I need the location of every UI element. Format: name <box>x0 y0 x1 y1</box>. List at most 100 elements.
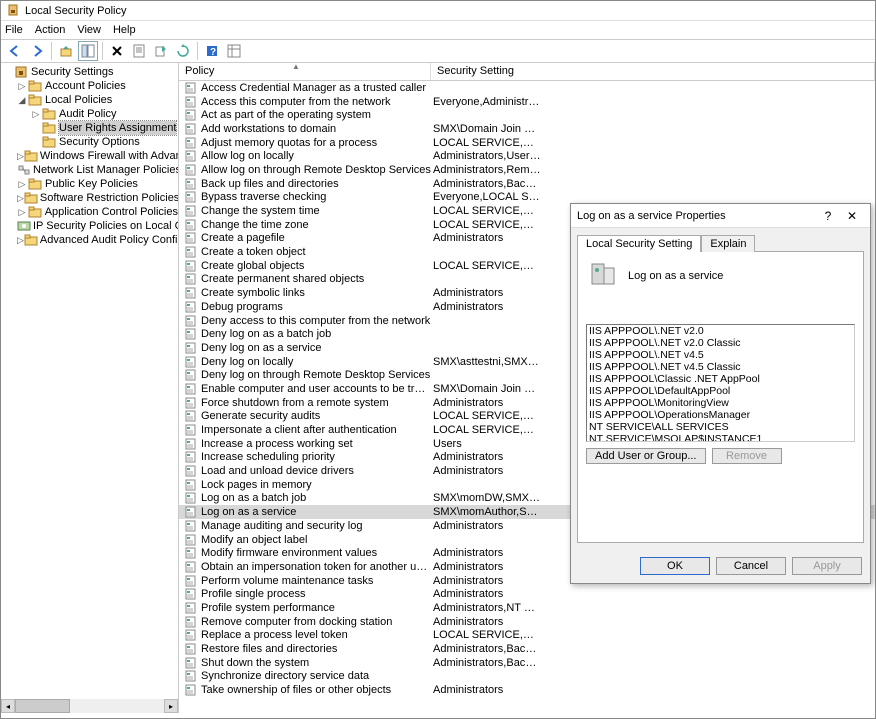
policy-row[interactable]: Synchronize directory service data <box>179 670 875 684</box>
policy-icon <box>183 300 199 314</box>
menu-help[interactable]: Help <box>113 24 136 36</box>
scroll-left-arrow[interactable]: ◂ <box>1 699 15 713</box>
policy-row[interactable]: Allow log on through Remote Desktop Serv… <box>179 163 875 177</box>
tree-item[interactable]: Network List Manager Policies <box>3 163 178 177</box>
policy-setting: LOCAL SERVICE,NETWO... <box>431 424 541 436</box>
expand-icon[interactable]: ▷ <box>17 233 24 247</box>
delete-button[interactable] <box>107 41 127 61</box>
policy-row[interactable]: Take ownership of files or other objects… <box>179 683 875 697</box>
export-button[interactable] <box>151 41 171 61</box>
help-button[interactable]: ? <box>202 41 222 61</box>
policy-row[interactable]: Adjust memory quotas for a processLOCAL … <box>179 136 875 150</box>
tree-item[interactable]: ▷Application Control Policies <box>3 205 178 219</box>
policy-name: Remove computer from docking station <box>201 616 431 628</box>
menu-action[interactable]: Action <box>35 24 66 36</box>
principal-item[interactable]: IIS APPPOOL\.NET v4.5 Classic <box>587 361 854 373</box>
forward-button[interactable] <box>27 41 47 61</box>
dialog-title-bar[interactable]: Log on as a service Properties ? ✕ <box>571 204 870 228</box>
add-user-or-group-button[interactable]: Add User or Group... <box>586 448 706 464</box>
policy-icon <box>183 314 199 328</box>
scroll-right-arrow[interactable]: ▸ <box>164 699 178 713</box>
menu-file[interactable]: File <box>5 24 23 36</box>
policy-setting: Users <box>431 438 541 450</box>
principal-item[interactable]: IIS APPPOOL\Classic .NET AppPool <box>587 373 854 385</box>
tree-item[interactable]: IP Security Policies on Local Compute <box>3 219 178 233</box>
policy-row[interactable]: Profile system performanceAdministrators… <box>179 601 875 615</box>
back-button[interactable] <box>5 41 25 61</box>
policy-row[interactable]: Remove computer from docking stationAdmi… <box>179 615 875 629</box>
tree-item[interactable]: ▷Account Policies <box>3 79 178 93</box>
principal-item[interactable]: IIS APPPOOL\DefaultAppPool <box>587 385 854 397</box>
policy-row[interactable]: Back up files and directoriesAdministrat… <box>179 177 875 191</box>
policy-row[interactable]: Restore files and directoriesAdministrat… <box>179 642 875 656</box>
policy-row[interactable]: Replace a process level tokenLOCAL SERVI… <box>179 629 875 643</box>
folder-icon <box>24 191 38 205</box>
principal-item[interactable]: IIS APPPOOL\.NET v2.0 Classic <box>587 337 854 349</box>
menu-view[interactable]: View <box>77 24 101 36</box>
expand-icon[interactable]: ▷ <box>17 191 24 205</box>
expand-icon[interactable]: ▷ <box>17 79 27 93</box>
up-button[interactable] <box>56 41 76 61</box>
expand-icon[interactable]: ◢ <box>17 93 27 107</box>
tree-root-label[interactable]: Security Settings <box>31 65 114 79</box>
policy-setting: Administrators <box>431 520 541 532</box>
folder-icon <box>27 205 43 219</box>
properties-button[interactable] <box>129 41 149 61</box>
tree-item[interactable]: User Rights Assignment <box>3 121 178 135</box>
tree-item[interactable]: ◢Local Policies <box>3 93 178 107</box>
policy-row[interactable]: Profile single processAdministrators <box>179 587 875 601</box>
security-settings-icon <box>13 65 29 79</box>
policy-setting: Everyone,LOCAL SERVIC... <box>431 191 541 203</box>
tab-explain[interactable]: Explain <box>701 235 755 252</box>
show-hide-tree-button[interactable] <box>78 41 98 61</box>
policy-icon <box>183 136 199 150</box>
policy-row[interactable]: Access Credential Manager as a trusted c… <box>179 81 875 95</box>
policy-icon <box>183 642 199 656</box>
policy-name: Back up files and directories <box>201 178 431 190</box>
dialog-help-button[interactable]: ? <box>816 209 840 223</box>
policy-row[interactable]: Allow log on locallyAdministrators,Users… <box>179 149 875 163</box>
expand-icon[interactable]: ▷ <box>17 149 24 163</box>
principal-item[interactable]: NT SERVICE\MSOLAP$INSTANCE1 <box>587 433 854 442</box>
list-header: Policy ▲ Security Setting <box>179 63 875 81</box>
scroll-thumb[interactable] <box>15 699 70 713</box>
refresh-button[interactable] <box>173 41 193 61</box>
menu-bar: File Action View Help <box>1 21 875 39</box>
policy-icon <box>183 574 199 588</box>
cancel-button[interactable]: Cancel <box>716 557 786 575</box>
policy-name: Create a pagefile <box>201 232 431 244</box>
policy-icon <box>183 204 199 218</box>
policy-name: Manage auditing and security log <box>201 520 431 532</box>
principal-item[interactable]: IIS APPPOOL\.NET v4.5 <box>587 349 854 361</box>
dialog-close-button[interactable]: ✕ <box>840 209 864 223</box>
principal-item[interactable]: IIS APPPOOL\MonitoringView <box>587 397 854 409</box>
expand-icon[interactable]: ▷ <box>31 107 41 121</box>
remove-button[interactable]: Remove <box>712 448 782 464</box>
column-header-setting[interactable]: Security Setting <box>431 63 875 80</box>
tab-local-security-setting[interactable]: Local Security Setting <box>577 235 701 252</box>
expand-icon[interactable]: ▷ <box>17 177 27 191</box>
tree-item[interactable]: ▷Windows Firewall with Advanced Sec <box>3 149 178 163</box>
tree-item[interactable]: ▷Software Restriction Policies <box>3 191 178 205</box>
policy-row[interactable]: Act as part of the operating system <box>179 108 875 122</box>
tree-item[interactable]: ▷Advanced Audit Policy Configuration <box>3 233 178 247</box>
ok-button[interactable]: OK <box>640 557 710 575</box>
tree-item[interactable]: ▷Audit Policy <box>3 107 178 121</box>
tree-item[interactable]: ▷Public Key Policies <box>3 177 178 191</box>
principal-item[interactable]: IIS APPPOOL\OperationsManager <box>587 409 854 421</box>
principal-item[interactable]: IIS APPPOOL\.NET v2.0 <box>587 325 854 337</box>
policy-row[interactable]: Shut down the systemAdministrators,Backu… <box>179 656 875 670</box>
policy-row[interactable]: Add workstations to domainSMX\Domain Joi… <box>179 122 875 136</box>
apply-button[interactable]: Apply <box>792 557 862 575</box>
list-view-button[interactable] <box>224 41 244 61</box>
principals-listbox[interactable]: IIS APPPOOL\.NET v2.0IIS APPPOOL\.NET v2… <box>586 324 855 442</box>
tree-horizontal-scrollbar[interactable]: ◂ ▸ <box>1 699 178 713</box>
principal-item[interactable]: NT SERVICE\ALL SERVICES <box>587 421 854 433</box>
column-header-policy[interactable]: Policy ▲ <box>179 63 431 80</box>
policy-row[interactable]: Access this computer from the networkEve… <box>179 95 875 109</box>
expand-icon[interactable]: ▷ <box>17 205 27 219</box>
tree-item[interactable]: Security Options <box>3 135 178 149</box>
policy-name: Allow log on locally <box>201 150 431 162</box>
dialog-title: Log on as a service Properties <box>577 210 816 222</box>
policy-setting: Administrators,Backup ... <box>431 643 541 655</box>
